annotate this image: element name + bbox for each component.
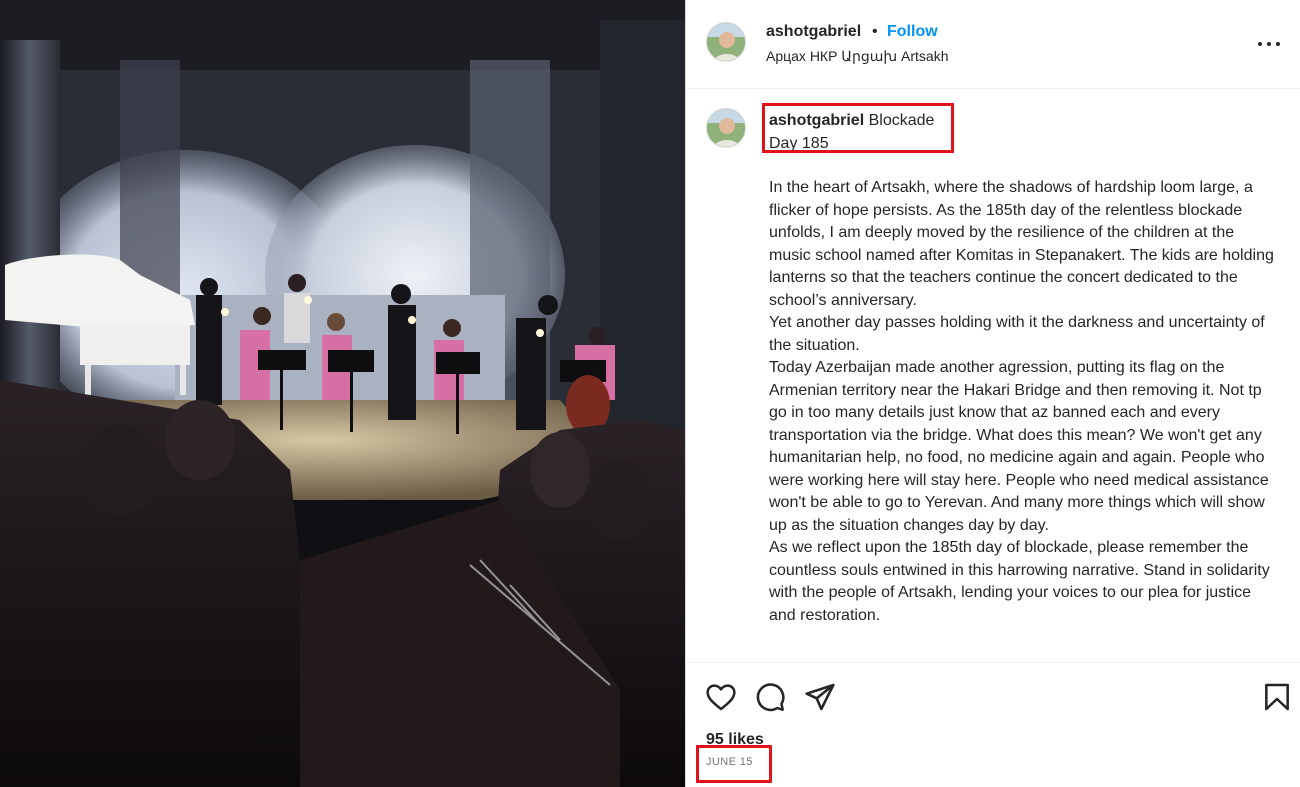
caption-section: ashotgabriel Blockade Day 185 In the hea…	[686, 90, 1300, 662]
caption-paragraph: Today Azerbaijan made another agression,…	[769, 359, 1269, 534]
send-icon[interactable]	[804, 681, 836, 713]
caption-username[interactable]: ashotgabriel	[769, 112, 864, 129]
comment-icon[interactable]	[754, 681, 786, 713]
concert-stage-photo	[0, 0, 685, 787]
post-header: ashotgabriel • Follow Арцах НКР Արցախ Ar…	[686, 0, 1300, 89]
likes-count[interactable]: 95 likes	[706, 731, 764, 749]
caption-title-line2: Day 185	[769, 134, 829, 152]
caption-title-line1: Blockade	[868, 112, 935, 129]
bookmark-icon[interactable]	[1261, 681, 1293, 713]
follow-button[interactable]: Follow	[887, 23, 938, 41]
action-bar	[686, 662, 1300, 728]
avatar-image	[707, 109, 745, 147]
caption-avatar[interactable]	[706, 108, 746, 148]
post-photo[interactable]	[0, 0, 685, 787]
caption-text: In the heart of Artsakh, where the shado…	[769, 177, 1279, 627]
caption-header: ashotgabriel Blockade Day 185	[769, 110, 934, 155]
heart-icon[interactable]	[705, 681, 737, 713]
post-details-panel: ashotgabriel • Follow Арцах НКР Արցախ Ar…	[685, 0, 1300, 787]
caption-paragraph: Yet another day passes holding with it t…	[769, 314, 1265, 354]
separator-dot: •	[872, 23, 878, 40]
caption-paragraph: In the heart of Artsakh, where the shado…	[769, 179, 1274, 309]
more-options-icon[interactable]	[1254, 30, 1284, 58]
post-date[interactable]: JUNE 15	[706, 756, 753, 768]
header-username[interactable]: ashotgabriel	[766, 23, 861, 41]
avatar[interactable]	[706, 22, 746, 62]
avatar-image	[707, 23, 745, 61]
caption-paragraph: As we reflect upon the 185th day of bloc…	[769, 539, 1270, 624]
post-location[interactable]: Арцах НКР Արցախ Artsakh	[766, 48, 949, 65]
